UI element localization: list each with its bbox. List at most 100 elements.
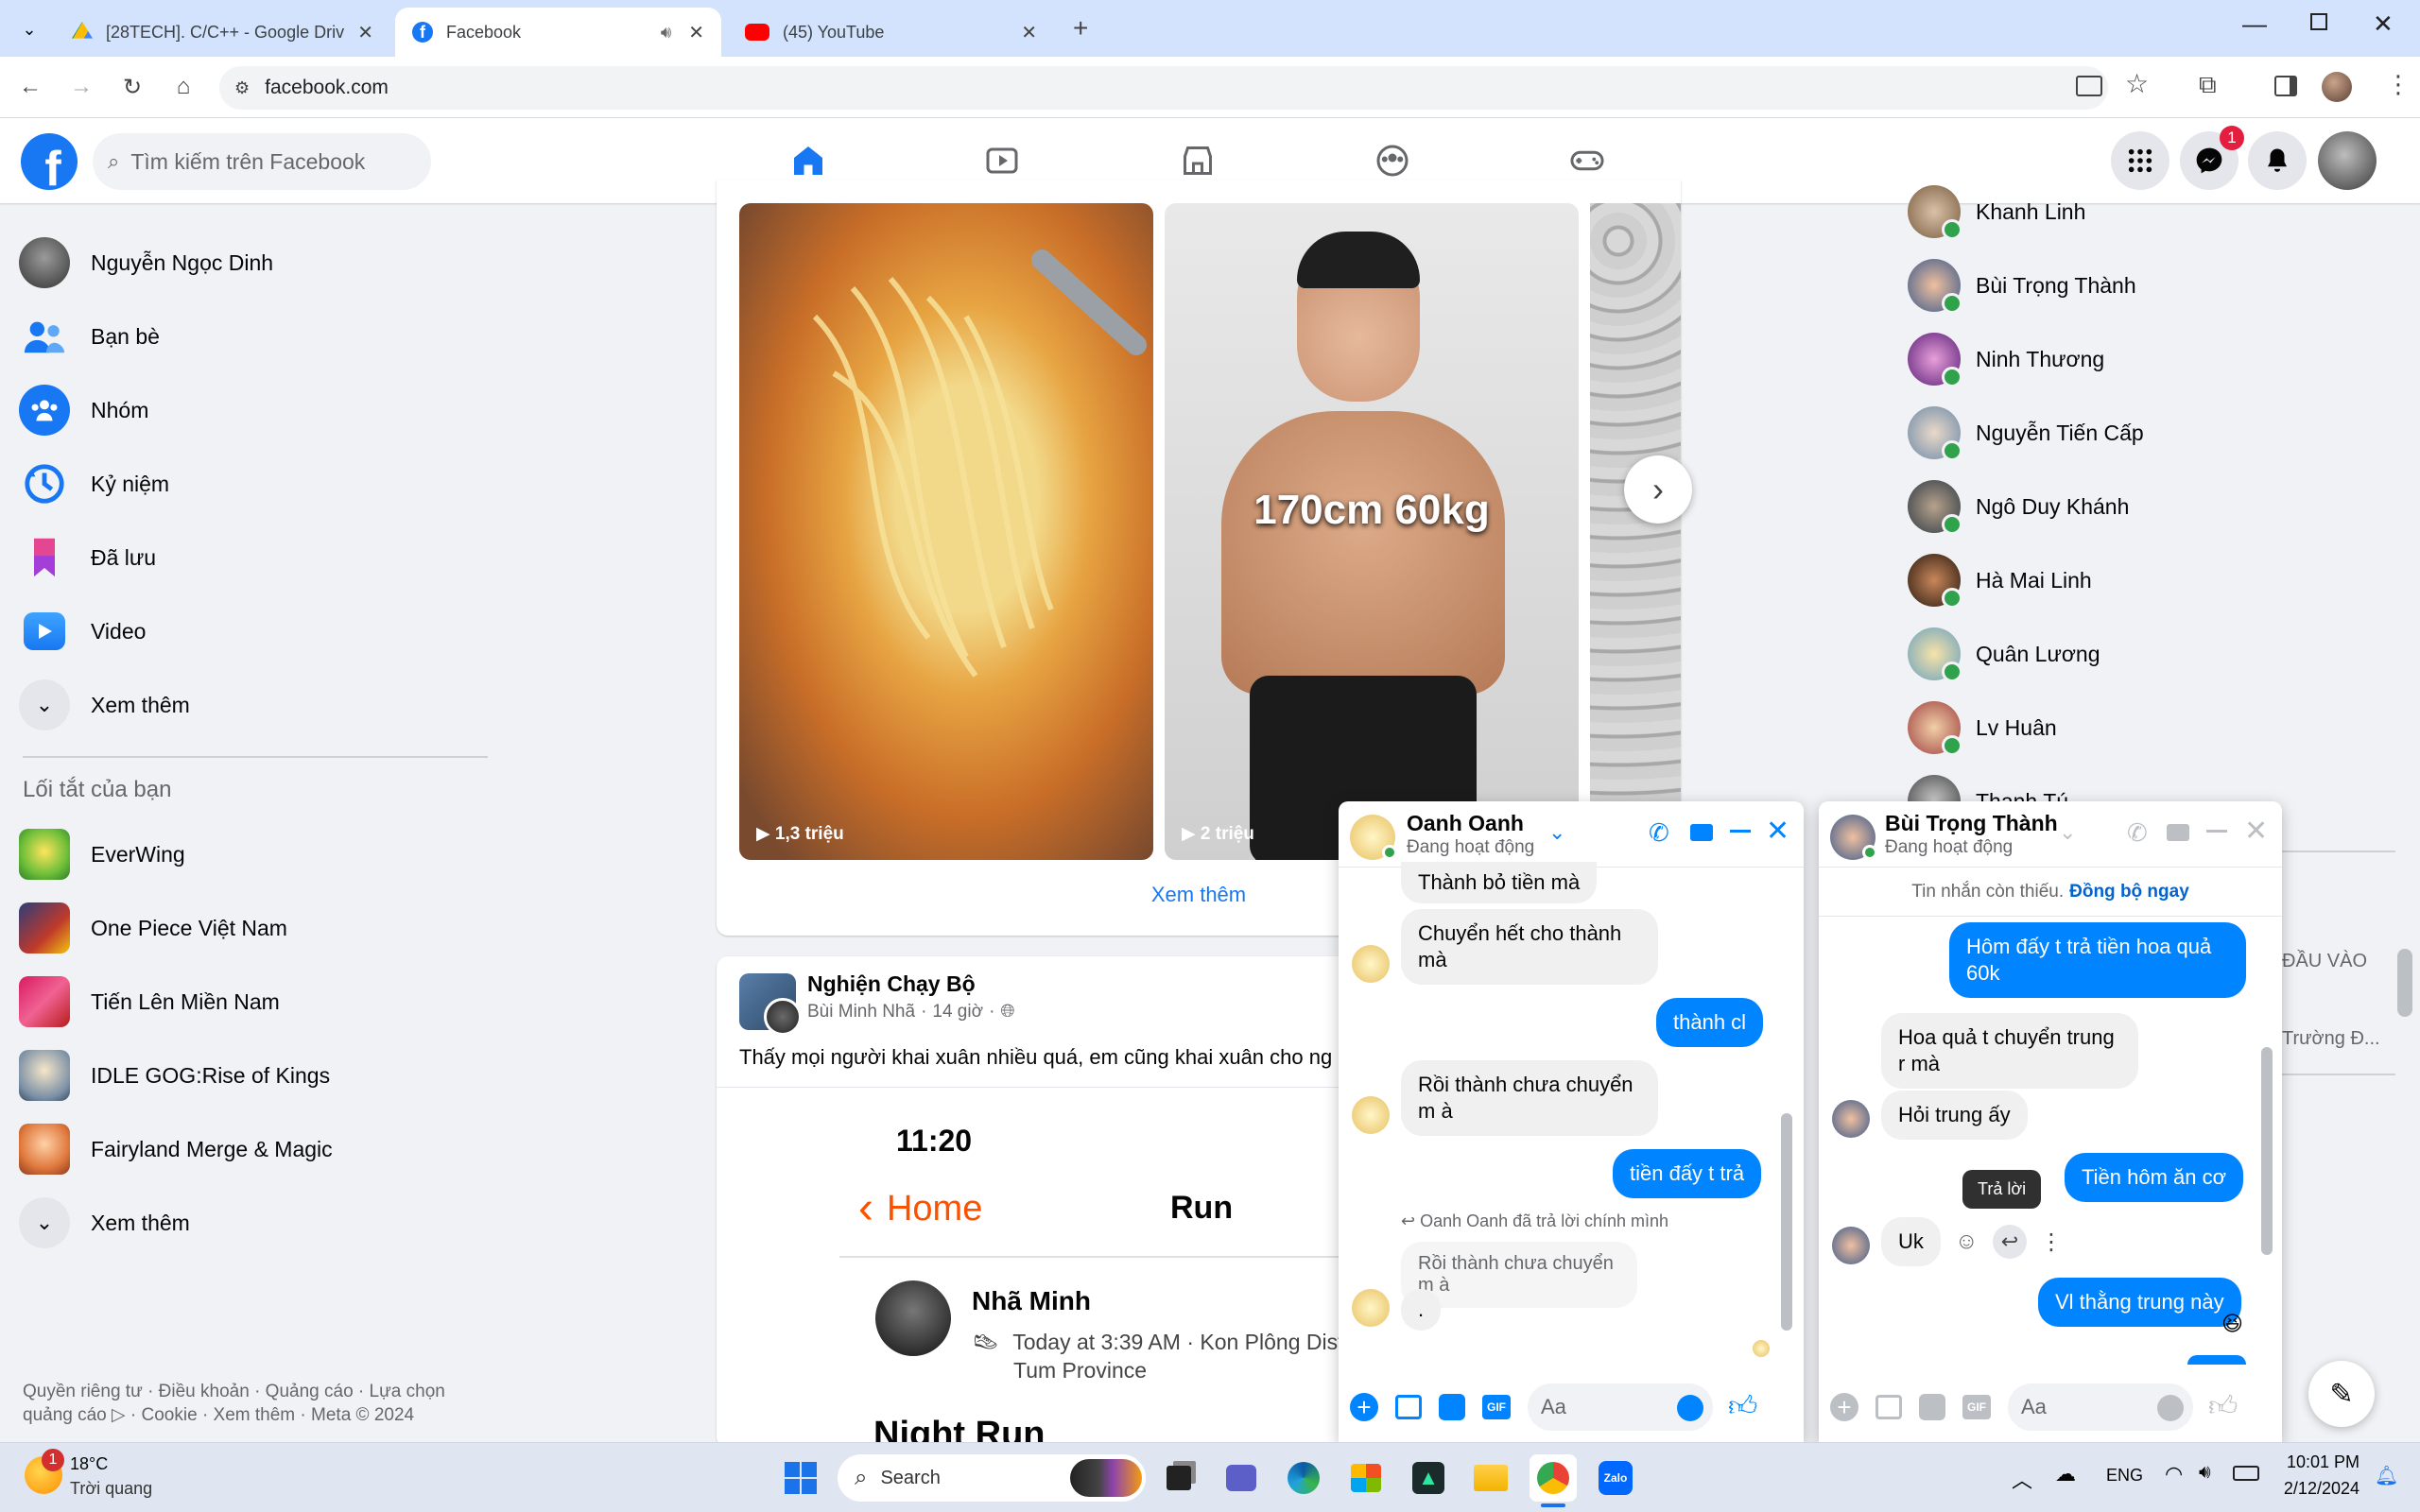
message-bubble[interactable]: . bbox=[1401, 1289, 1442, 1331]
react-icon[interactable]: ☺ bbox=[1955, 1228, 1979, 1255]
task-view-icon[interactable] bbox=[1155, 1454, 1202, 1502]
sidebar-item-groups[interactable]: Nhóm bbox=[19, 376, 148, 444]
new-message-button[interactable]: ✎ bbox=[2308, 1361, 2375, 1427]
emoji-icon[interactable] bbox=[2157, 1395, 2184, 1421]
page-scrollbar[interactable] bbox=[2397, 949, 2412, 1017]
file-explorer-icon[interactable] bbox=[1467, 1454, 1514, 1502]
start-button[interactable] bbox=[777, 1454, 824, 1502]
message-bubble[interactable]: Hỏi trung ấy bbox=[1881, 1091, 2028, 1140]
install-app-icon[interactable] bbox=[2076, 76, 2102, 96]
forward-button[interactable]: → bbox=[66, 72, 96, 102]
contact-item[interactable]: Lv Huân bbox=[1908, 691, 2057, 765]
chat-scrollbar[interactable] bbox=[2261, 1047, 2273, 1255]
taskbar-search[interactable]: ⌕ Search bbox=[838, 1454, 1146, 1502]
reel-thumbnail-partial[interactable] bbox=[1590, 203, 1681, 860]
sidebar-see-more[interactable]: ⌄ Xem thêm bbox=[19, 671, 190, 739]
profile-avatar[interactable] bbox=[2322, 72, 2352, 102]
battery-icon[interactable] bbox=[2233, 1466, 2259, 1481]
acer-app-icon[interactable]: ▲ bbox=[1405, 1454, 1452, 1502]
author-avatar[interactable] bbox=[764, 998, 802, 1036]
wifi-icon[interactable]: ◠ bbox=[2165, 1462, 2183, 1486]
onedrive-icon[interactable]: ☁ bbox=[2055, 1462, 2076, 1486]
video-call-icon[interactable] bbox=[2167, 824, 2189, 841]
tray-overflow-icon[interactable]: ︿ bbox=[2012, 1464, 2032, 1494]
message-bubble[interactable]: Tiền hôm ăn cơ bbox=[2065, 1153, 2244, 1202]
sticker-icon[interactable] bbox=[1439, 1394, 1465, 1420]
weather-desc[interactable]: Trời quang bbox=[70, 1479, 152, 1499]
close-tab-icon[interactable]: ✕ bbox=[688, 21, 704, 44]
volume-icon[interactable]: 🔊︎ bbox=[2199, 1462, 2211, 1484]
post-time[interactable]: 14 giờ bbox=[932, 1002, 983, 1022]
reload-button[interactable]: ↻ bbox=[117, 72, 147, 102]
speaker-icon[interactable]: 🔊︎ bbox=[661, 23, 671, 43]
address-bar[interactable]: ⚙ facebook.com bbox=[219, 66, 2108, 110]
post-author[interactable]: Bùi Minh Nhã bbox=[807, 1002, 915, 1022]
teams-icon[interactable] bbox=[1218, 1454, 1265, 1502]
more-options-icon[interactable]: ⋮ bbox=[2040, 1228, 2063, 1256]
tab-search-chevron-icon[interactable]: ⌄ bbox=[13, 15, 45, 43]
reaction-emoji[interactable]: 😆 bbox=[2221, 1312, 2243, 1336]
minimize-chat-icon[interactable] bbox=[2206, 830, 2227, 833]
sync-link[interactable]: Đồng bộ ngay bbox=[2069, 882, 2189, 902]
reel-thumbnail-fitness[interactable]: 170cm 60kg ▶ 2 triệu bbox=[1165, 203, 1579, 860]
tab-facebook[interactable]: f Facebook 🔊︎ ✕ bbox=[395, 8, 721, 57]
message-bubble[interactable]: Uk bbox=[1881, 1217, 1941, 1266]
weather-temp[interactable]: 18°C bbox=[70, 1454, 108, 1474]
contact-item[interactable]: Hà Mai Linh bbox=[1908, 543, 2092, 617]
contact-item[interactable]: Ngô Duy Khánh bbox=[1908, 470, 2129, 543]
back-button[interactable]: ← bbox=[15, 72, 45, 102]
edge-icon[interactable] bbox=[1280, 1454, 1327, 1502]
store-icon[interactable] bbox=[1342, 1454, 1390, 1502]
message-input[interactable]: Aa bbox=[1528, 1383, 1713, 1431]
message-bubble[interactable]: Hoa quả t chuyển trung r mà bbox=[1881, 1013, 2138, 1089]
plus-icon[interactable]: + bbox=[1350, 1393, 1378, 1421]
contact-item[interactable]: Nguyễn Tiến Cấp bbox=[1908, 396, 2144, 470]
copilot-icon[interactable] bbox=[1070, 1459, 1142, 1497]
close-tab-icon[interactable]: ✕ bbox=[1021, 21, 1037, 44]
gif-icon[interactable]: GIF bbox=[1482, 1395, 1511, 1419]
message-input[interactable]: Aa bbox=[2008, 1383, 2193, 1431]
shortcuts-see-more[interactable]: ⌄ Xem thêm bbox=[19, 1189, 190, 1257]
reels-next-button[interactable]: › bbox=[1624, 455, 1692, 524]
shortcut-everwing[interactable]: EverWing bbox=[19, 820, 185, 888]
facebook-search-input[interactable]: ⌕ Tìm kiếm trên Facebook bbox=[93, 133, 431, 190]
shortcut-idle-gog[interactable]: IDLE GOG:Rise of Kings bbox=[19, 1041, 330, 1109]
video-call-icon[interactable] bbox=[1690, 824, 1713, 841]
sidebar-item-saved[interactable]: Đã lưu bbox=[19, 524, 156, 592]
sticker-icon[interactable] bbox=[1919, 1394, 1945, 1420]
message-bubble[interactable]: Hôm đấy t trả tiền hoa quả 60k bbox=[1949, 922, 2246, 998]
contact-item[interactable]: Quân Lương bbox=[1908, 617, 2100, 691]
like-icon[interactable]: 👍︎ bbox=[1728, 1390, 1757, 1424]
language-indicator[interactable]: ENG bbox=[2106, 1466, 2143, 1486]
tab-google-drive[interactable]: [28TECH]. C/C++ - Google Driv ✕ bbox=[55, 8, 390, 57]
minimize-window-button[interactable]: — bbox=[2242, 9, 2267, 39]
message-bubble[interactable]: Chuyển hết cho thành mà bbox=[1401, 909, 1658, 985]
emoji-icon[interactable] bbox=[1677, 1395, 1703, 1421]
reel-thumbnail-food[interactable]: ▶ 1,3 triệu bbox=[739, 203, 1153, 860]
message-bubble[interactable]: Vl thằng trung này bbox=[2038, 1278, 2241, 1327]
close-chat-icon[interactable]: ✕ bbox=[1766, 815, 1789, 848]
account-avatar[interactable] bbox=[2318, 131, 2377, 190]
footer-links[interactable]: Quyền riêng tư · Điều khoản · Quảng cáo … bbox=[23, 1380, 445, 1427]
facebook-logo[interactable]: f bbox=[21, 133, 78, 190]
image-icon[interactable] bbox=[1876, 1395, 1902, 1419]
home-button[interactable]: ⌂ bbox=[168, 72, 199, 102]
chat-name[interactable]: Oanh Oanh bbox=[1407, 811, 1524, 836]
new-tab-button[interactable]: + bbox=[1073, 13, 1088, 43]
browser-menu-icon[interactable]: ⋮ bbox=[2386, 70, 2411, 99]
shortcut-fairyland[interactable]: Fairyland Merge & Magic bbox=[19, 1115, 333, 1183]
sidebar-item-profile[interactable]: Nguyễn Ngọc Dinh bbox=[19, 229, 273, 297]
minimize-chat-icon[interactable] bbox=[1730, 830, 1751, 833]
close-chat-icon[interactable]: ✕ bbox=[2244, 815, 2268, 848]
notifications-button[interactable] bbox=[2248, 131, 2307, 190]
clock-time[interactable]: 10:01 PM bbox=[2280, 1452, 2360, 1472]
chevron-down-icon[interactable]: ⌄ bbox=[2059, 820, 2076, 845]
chat-scrollbar[interactable] bbox=[1781, 877, 1792, 1368]
sidebar-item-friends[interactable]: Bạn bè bbox=[19, 302, 160, 370]
gif-icon[interactable]: GIF bbox=[1962, 1395, 1991, 1419]
extensions-icon[interactable]: ⧉ bbox=[2199, 70, 2217, 100]
sidebar-item-video[interactable]: Video bbox=[19, 597, 146, 665]
contact-item[interactable]: Khanh Linh bbox=[1908, 175, 2085, 249]
side-panel-icon[interactable] bbox=[2274, 76, 2297, 96]
message-bubble[interactable]: thành cl bbox=[1656, 998, 1764, 1047]
